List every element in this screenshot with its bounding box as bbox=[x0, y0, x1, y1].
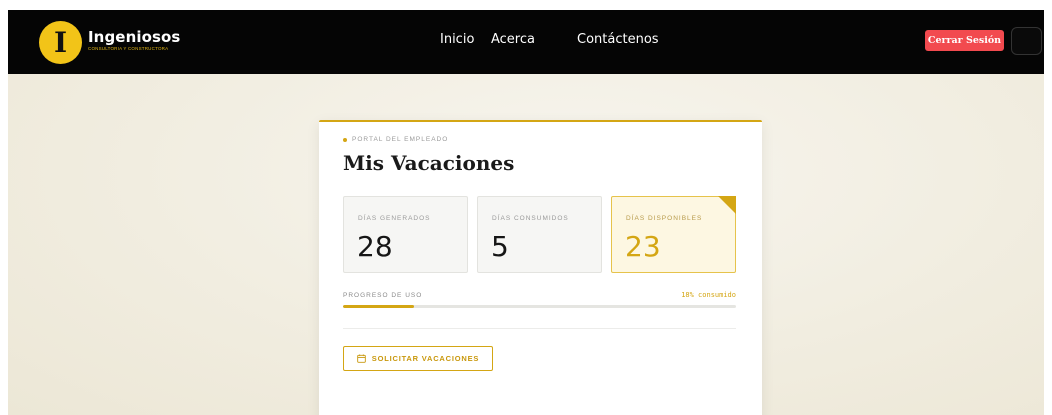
navbar: I Ingeniosos CONSULTORIA Y CONSTRUCTORA … bbox=[8, 10, 1044, 74]
stat-available-days: DÍAS DISPONIBLES 23 bbox=[611, 196, 736, 273]
brand-logo[interactable]: I bbox=[39, 21, 82, 64]
progress-fill bbox=[343, 305, 414, 308]
progress-track bbox=[343, 305, 736, 308]
nav-link-acerca[interactable]: Acerca bbox=[491, 32, 535, 47]
request-vacation-label: SOLICITAR VACACIONES bbox=[371, 354, 480, 363]
kicker-dot-icon bbox=[343, 137, 347, 142]
brand-subtitle: CONSULTORIA Y CONSTRUCTORA bbox=[88, 46, 169, 51]
logout-button[interactable]: Cerrar Sesión bbox=[925, 30, 1004, 51]
highlight-corner-icon bbox=[718, 196, 736, 214]
page-title: Mis Vacaciones bbox=[343, 151, 515, 175]
app-frame: I Ingeniosos CONSULTORIA Y CONSTRUCTORA … bbox=[8, 10, 1044, 415]
vacation-card: PORTAL DEL EMPLEADO Mis Vacaciones DÍAS … bbox=[319, 120, 762, 415]
stat-label: DÍAS DISPONIBLES bbox=[626, 215, 703, 222]
stat-consumed-days: DÍAS CONSUMIDOS 5 bbox=[477, 196, 602, 273]
stat-label: DÍAS CONSUMIDOS bbox=[492, 215, 569, 222]
request-vacation-button[interactable]: SOLICITAR VACACIONES bbox=[343, 346, 493, 371]
nav-link-contactenos[interactable]: Contáctenos bbox=[577, 32, 659, 47]
kicker-label: PORTAL DEL EMPLEADO bbox=[352, 136, 449, 143]
stat-label: DÍAS GENERADOS bbox=[358, 215, 431, 222]
menu-square-button[interactable] bbox=[1011, 27, 1042, 55]
calendar-icon bbox=[357, 354, 366, 363]
portal-kicker: PORTAL DEL EMPLEADO bbox=[343, 136, 448, 143]
divider bbox=[343, 328, 736, 329]
nav-link-inicio[interactable]: Inicio bbox=[440, 32, 474, 47]
progress-label: PROGRESO DE USO bbox=[343, 292, 423, 299]
stat-generated-days: DÍAS GENERADOS 28 bbox=[343, 196, 468, 273]
stat-value: 23 bbox=[625, 230, 661, 263]
logo-letter: I bbox=[53, 25, 68, 59]
stat-value: 28 bbox=[357, 230, 393, 263]
progress-percent: 18% consumido bbox=[681, 291, 736, 299]
stat-value: 5 bbox=[491, 230, 509, 263]
brand-name[interactable]: Ingeniosos bbox=[88, 28, 180, 46]
